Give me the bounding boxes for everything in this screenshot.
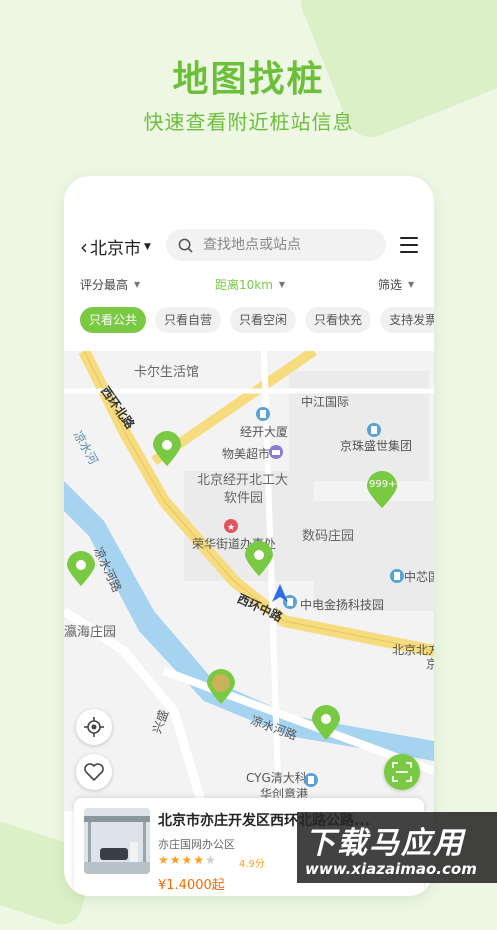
locate-icon: [84, 717, 104, 737]
heart-icon: [84, 763, 104, 781]
search-input[interactable]: [201, 236, 375, 254]
map-label: 京: [426, 657, 434, 671]
promo-subline: 快速查看附近桩站信息: [143, 110, 354, 134]
dropdown-triangle-icon: ▼: [144, 241, 151, 252]
chip-self-operated[interactable]: 只看自营: [155, 307, 222, 333]
top-bar: ‹ 北京市 ▼: [64, 228, 434, 262]
svg-text:★: ★: [227, 523, 235, 533]
locate-button[interactable]: [76, 709, 112, 745]
back-chevron-icon[interactable]: ‹: [80, 235, 88, 259]
charger-pin-icon[interactable]: [311, 705, 341, 741]
map-label: 卡尔生活馆: [134, 365, 200, 380]
dropdown-triangle-icon: ▼: [278, 280, 286, 289]
station-photo: [84, 808, 150, 874]
list-menu-icon[interactable]: [400, 237, 418, 258]
chip-public[interactable]: 只看公共: [80, 307, 147, 333]
city-selector[interactable]: ‹ 北京市 ▼: [80, 234, 151, 260]
filter-bar: 评分最高 ▼ 距离10km ▼ 筛选 ▼: [64, 276, 434, 296]
watermark: 下载马应用 www.xiazaimao.com: [297, 812, 497, 883]
map-label: 中电金扬科技园: [300, 598, 385, 612]
shop-icon: [269, 445, 283, 459]
charger-pin-icon[interactable]: [244, 541, 274, 577]
building-icon: [304, 773, 318, 787]
map-label: 经开大厦: [240, 425, 289, 439]
charger-pin-icon[interactable]: [152, 431, 182, 467]
search-icon: [178, 238, 193, 253]
map-label: 数码庄园: [302, 529, 355, 544]
watermark-title: 下载马应用: [305, 826, 465, 861]
map-label: CYG清大科: [246, 771, 307, 785]
promo-headline: 地图找桩: [172, 59, 325, 100]
favorite-button[interactable]: [76, 754, 112, 790]
map-label: 中芯国: [404, 570, 434, 584]
star-rating: ★★★★★: [158, 853, 217, 867]
charger-cluster-pin-icon[interactable]: [366, 471, 398, 509]
map-label: 中江国际: [301, 395, 350, 409]
cluster-count: 999+: [369, 479, 397, 490]
building-icon: [256, 407, 270, 421]
map-label: 软件园: [224, 491, 264, 506]
quick-filter-chips: 只看公共 只看自营 只看空闲 只看快充 支持发票 停: [80, 307, 434, 335]
current-location-arrow-icon: [272, 584, 288, 602]
map-label: 瀛海庄园: [64, 625, 117, 640]
map-view[interactable]: 卡尔生活馆 西环北路 中江国际 经开大厦 物美超市 京珠盛世集团 凉水河 北京经…: [64, 351, 434, 811]
station-address: 亦庄国网办公区: [158, 838, 235, 851]
map-label: 物美超市: [222, 447, 271, 461]
dropdown-triangle-icon: ▼: [134, 280, 141, 289]
scan-button[interactable]: [384, 754, 420, 790]
charger-pin-icon[interactable]: [66, 551, 96, 587]
chip-invoice[interactable]: 支持发票: [380, 307, 434, 333]
watermark-url: www.xiazaimao.com: [305, 860, 477, 878]
rating-score: 4.9分: [239, 859, 265, 870]
phone-screen: ‹ 北京市 ▼ 评分最高▼ 距离10km▼ 筛选▼ 只看公共 只看自营 只看空闲…: [64, 176, 434, 896]
station-price: ¥1.4000起: [158, 878, 225, 893]
chip-fast-charge[interactable]: 只看快充: [305, 307, 372, 333]
filter-dropdown[interactable]: 筛选 ▼: [378, 276, 414, 293]
sort-dropdown[interactable]: 评分最高 ▼: [80, 276, 140, 293]
search-box[interactable]: [166, 229, 386, 261]
building-icon: [367, 423, 381, 437]
building-icon: [390, 569, 404, 583]
city-label: 北京市: [90, 239, 141, 259]
scan-icon: [392, 762, 412, 782]
dropdown-triangle-icon: ▼: [408, 280, 415, 289]
map-label: 京珠盛世集团: [340, 439, 413, 453]
charger-pin-selected-icon[interactable]: [206, 669, 236, 705]
map-label: 北京经开北工大: [197, 473, 289, 488]
distance-dropdown[interactable]: 距离10km ▼: [215, 276, 285, 293]
government-icon: ★: [224, 519, 238, 533]
chip-idle[interactable]: 只看空闲: [230, 307, 297, 333]
